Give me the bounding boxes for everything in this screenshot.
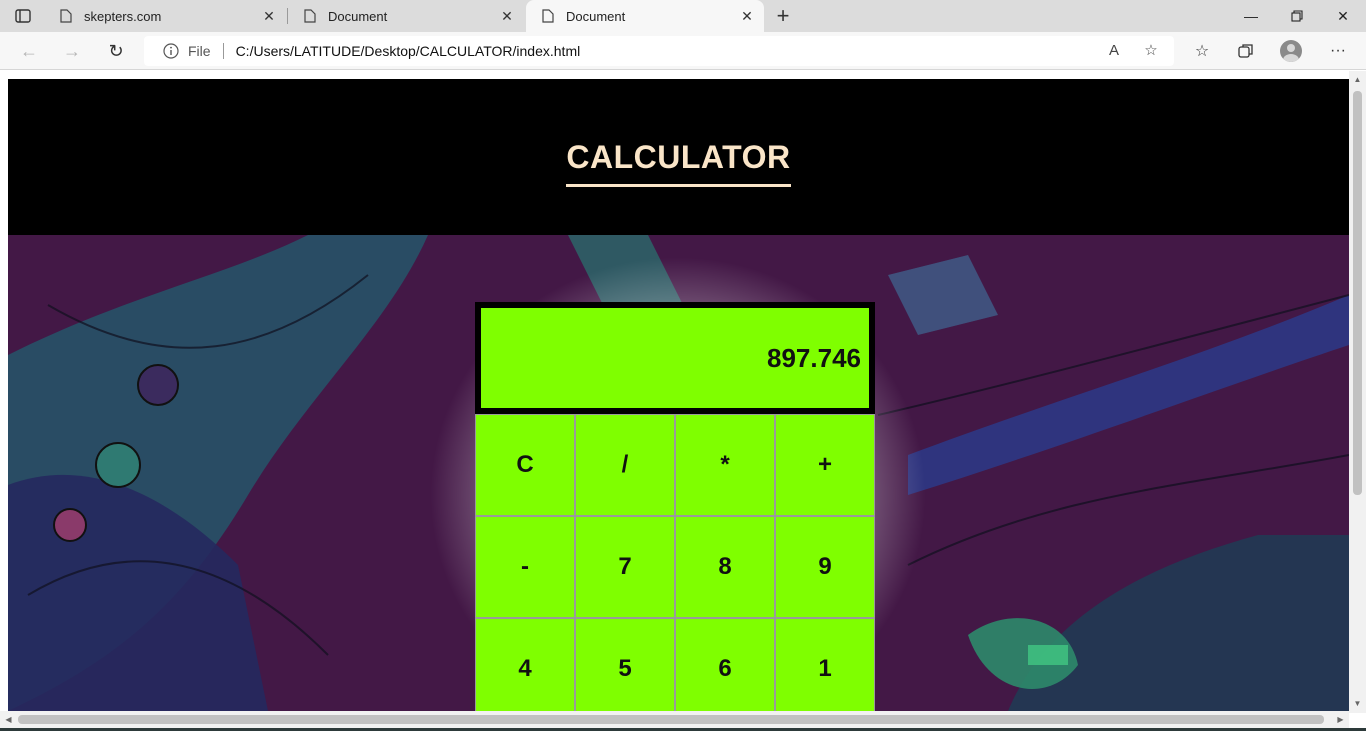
digit-9-key[interactable]: 9	[775, 516, 875, 618]
favorites-button[interactable]: ☆	[1187, 37, 1217, 65]
digit-1-key[interactable]: 1	[775, 618, 875, 711]
omnibox-divider	[222, 43, 224, 59]
scroll-down-icon[interactable]: ▼	[1353, 699, 1362, 708]
close-window-button[interactable]: ✕	[1320, 0, 1366, 32]
calculator: 897.746 C / * + - 7 8 9 4 5 6 1	[475, 302, 875, 711]
page-icon	[540, 8, 556, 24]
address-toolbar: ← → ↻ File C:/Users/LATITUDE/Desktop/CAL…	[0, 32, 1366, 70]
multiply-key[interactable]: *	[675, 414, 775, 516]
tab-label: skepters.com	[84, 8, 162, 24]
scroll-up-icon[interactable]: ▲	[1353, 75, 1362, 84]
page-title: CALCULATOR	[566, 139, 791, 187]
display-value: 897.746	[767, 342, 861, 373]
tab-strip: skepters.com ✕ Document ✕ Document ✕ + —…	[0, 0, 1366, 32]
collections-button[interactable]	[1231, 37, 1261, 65]
profile-avatar[interactable]	[1280, 40, 1302, 62]
restore-button[interactable]	[1274, 0, 1320, 32]
page-icon	[302, 8, 318, 24]
subtract-key[interactable]: -	[475, 516, 575, 618]
add-key[interactable]: +	[775, 414, 875, 516]
horizontal-scroll-thumb[interactable]	[18, 715, 1324, 724]
collections-icon	[1238, 44, 1253, 58]
horizontal-scrollbar[interactable]: ◀ ▶	[0, 711, 1349, 728]
digit-6-key[interactable]: 6	[675, 618, 775, 711]
vertical-scroll-thumb[interactable]	[1353, 91, 1362, 495]
browser-tab-1[interactable]: skepters.com ✕	[44, 0, 286, 32]
page-header: CALCULATOR	[8, 79, 1349, 235]
star-plus-icon: ☆	[1144, 42, 1158, 59]
read-aloud-button[interactable]: A	[1101, 37, 1127, 63]
favorites-icon: ☆	[1194, 43, 1210, 60]
close-tab-icon[interactable]: ✕	[738, 7, 756, 25]
tab-actions-icon	[15, 9, 31, 23]
calculator-display: 897.746	[475, 302, 875, 414]
refresh-icon: ↻	[108, 40, 124, 61]
close-tab-icon[interactable]: ✕	[498, 7, 516, 25]
url-text[interactable]: C:/Users/LATITUDE/Desktop/CALCULATOR/ind…	[236, 43, 581, 59]
digit-5-key[interactable]: 5	[575, 618, 675, 711]
restore-icon	[1291, 10, 1303, 22]
keypad: C / * + - 7 8 9 4 5 6 1	[475, 414, 875, 711]
tab-label: Document	[328, 8, 388, 24]
plus-icon: +	[776, 3, 790, 28]
browser-tab-2[interactable]: Document ✕	[288, 0, 524, 32]
close-icon: ✕	[1337, 7, 1349, 24]
address-bar[interactable]: File C:/Users/LATITUDE/Desktop/CALCULATO…	[144, 36, 1174, 66]
arrow-left-icon: ←	[20, 40, 38, 61]
page-viewport: CALCULATOR 897.746 C / * + - 7 8 9 4 5 6…	[0, 71, 1366, 731]
page-icon	[58, 8, 74, 24]
info-icon[interactable]	[162, 42, 180, 60]
clear-key[interactable]: C	[475, 414, 575, 516]
divide-key[interactable]: /	[575, 414, 675, 516]
back-button[interactable]: ←	[14, 37, 44, 65]
digit-8-key[interactable]: 8	[675, 516, 775, 618]
scroll-left-icon[interactable]: ◀	[4, 715, 13, 724]
close-tab-icon[interactable]: ✕	[260, 7, 278, 25]
forward-button[interactable]: →	[57, 37, 87, 65]
vertical-scrollbar[interactable]: ▲ ▼	[1349, 71, 1366, 713]
more-icon: ···	[1330, 42, 1346, 59]
read-aloud-icon: A	[1108, 41, 1119, 59]
new-tab-button[interactable]: +	[770, 3, 796, 28]
tab-actions-button[interactable]	[12, 6, 34, 26]
page-body: CALCULATOR 897.746 C / * + - 7 8 9 4 5 6…	[8, 79, 1349, 711]
minimize-icon: —	[1244, 8, 1258, 24]
arrow-right-icon: →	[63, 40, 81, 61]
more-menu-button[interactable]: ···	[1323, 37, 1353, 65]
refresh-button[interactable]: ↻	[101, 37, 131, 65]
browser-tab-3-active[interactable]: Document ✕	[526, 0, 764, 32]
add-favorite-button[interactable]: ☆	[1138, 37, 1164, 63]
scheme-label: File	[188, 43, 211, 59]
scroll-right-icon[interactable]: ▶	[1336, 715, 1345, 724]
minimize-button[interactable]: —	[1228, 0, 1274, 32]
digit-7-key[interactable]: 7	[575, 516, 675, 618]
tab-label: Document	[566, 8, 626, 24]
digit-4-key[interactable]: 4	[475, 618, 575, 711]
